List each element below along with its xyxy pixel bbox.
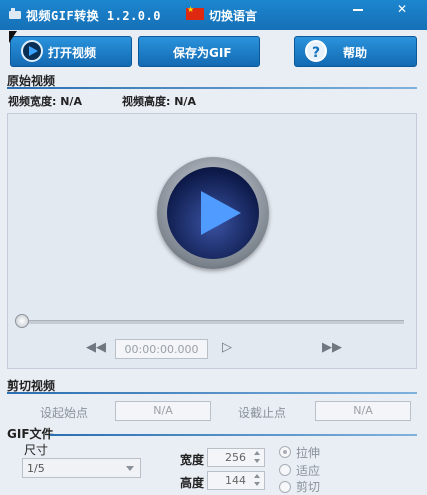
set-end-label[interactable]: 设截止点	[238, 404, 286, 421]
minimize-icon[interactable]	[336, 0, 380, 20]
gif-file-title: GIF文件	[7, 427, 54, 441]
size-select-value: 1/5	[27, 462, 45, 475]
fit-radio[interactable]	[279, 464, 291, 476]
video-width-label: 视频宽度: N/A	[8, 95, 82, 108]
gif-width-stepper[interactable]: 256	[207, 448, 265, 467]
fast-forward-icon[interactable]: ▶▶	[322, 340, 342, 355]
set-start-label[interactable]: 设起始点	[40, 404, 88, 421]
section-divider	[7, 87, 417, 89]
big-play-face	[167, 167, 259, 259]
window-title: 视频GIF转换 1.2.0.0	[26, 9, 161, 23]
play-icon	[21, 40, 43, 62]
mouse-cursor-icon	[9, 31, 17, 43]
gif-height-value: 144	[225, 474, 246, 487]
help-icon: ?	[305, 40, 327, 62]
end-point-field[interactable]: N/A	[315, 401, 411, 421]
size-label: 尺寸	[24, 443, 49, 457]
decrement-icon[interactable]	[254, 482, 260, 486]
fit-label: 适应	[296, 464, 321, 478]
increment-icon[interactable]	[254, 451, 260, 455]
gif-width-value: 256	[225, 451, 246, 464]
big-play-triangle	[201, 191, 241, 235]
size-select[interactable]: 1/5	[22, 458, 141, 478]
time-display: 00:00:00.000	[115, 339, 208, 359]
increment-icon[interactable]	[254, 474, 260, 478]
title-bar: 视频GIF转换 1.2.0.0 切换语言 ✕	[0, 0, 427, 30]
crop-radio[interactable]	[279, 481, 291, 493]
video-height-label: 视频高度: N/A	[122, 95, 196, 108]
save-gif-label: 保存为GIF	[173, 46, 232, 60]
seek-thumb[interactable]	[15, 314, 29, 328]
china-flag-icon[interactable]	[186, 5, 204, 20]
crop-label: 剪切	[296, 480, 321, 494]
open-video-button[interactable]: 打开视频	[10, 36, 132, 67]
close-icon[interactable]: ✕	[380, 0, 424, 20]
section-divider	[7, 392, 417, 394]
section-divider	[50, 434, 417, 436]
app-icon	[9, 8, 21, 19]
gif-height-label: 高度	[180, 476, 205, 490]
gif-width-label: 宽度	[180, 453, 205, 467]
big-play-icon[interactable]	[157, 157, 269, 269]
chevron-down-icon	[126, 466, 134, 471]
rewind-icon[interactable]: ◀◀	[86, 340, 106, 355]
step-icon[interactable]: ▷	[222, 340, 232, 355]
save-gif-button[interactable]: 保存为GIF	[138, 36, 260, 67]
open-video-label: 打开视频	[48, 46, 97, 60]
stretch-radio[interactable]	[279, 446, 291, 458]
start-point-field[interactable]: N/A	[115, 401, 211, 421]
stretch-label: 拉伸	[296, 446, 321, 460]
help-label: 帮助	[343, 46, 368, 60]
help-button[interactable]: ? 帮助	[294, 36, 417, 67]
seek-bar[interactable]	[22, 320, 404, 324]
decrement-icon[interactable]	[254, 459, 260, 463]
gif-height-stepper[interactable]: 144	[207, 471, 265, 490]
switch-language-button[interactable]: 切换语言	[209, 7, 257, 24]
